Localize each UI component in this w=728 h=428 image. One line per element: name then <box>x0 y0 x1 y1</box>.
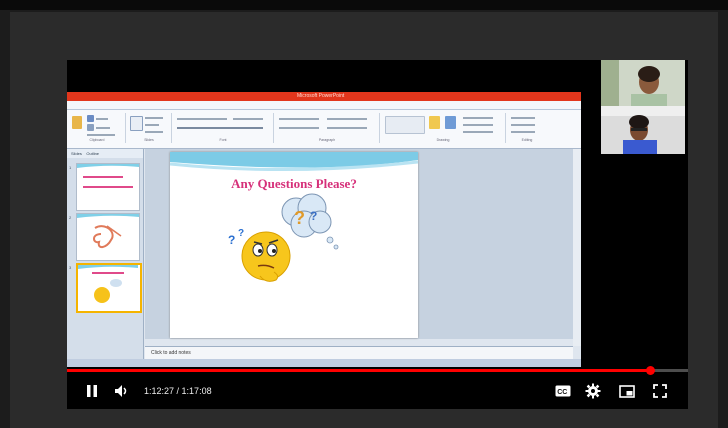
paste-icon[interactable] <box>72 116 82 129</box>
ribbon-group-label: Font <box>219 138 227 142</box>
ribbon-group-slides: Slides <box>127 113 172 143</box>
pause-icon <box>87 385 97 397</box>
progress-fill <box>67 369 651 372</box>
svg-text:?: ? <box>294 208 305 228</box>
slide-number: 2 <box>69 215 72 220</box>
quick-styles-icon[interactable] <box>445 116 456 129</box>
ppt-ribbon-tabs: File Home Insert Design Transitions Anim… <box>67 101 581 115</box>
ribbon-group-label: Paragraph <box>318 138 336 142</box>
slide-thumbnail-content <box>77 214 139 248</box>
current-slide: Any Questions Please? ? ? ? ? <box>170 152 418 338</box>
ppt-title-bar: Microsoft PowerPoint <box>67 92 581 101</box>
thought-cloud-icon: ? ? <box>281 193 339 250</box>
player-controls: 1:12:27 / 1:17:08 CC <box>67 374 688 408</box>
ppt-vertical-scrollbar[interactable] <box>573 149 581 346</box>
notes-placeholder: Click to add notes <box>151 350 191 356</box>
svg-text:?: ? <box>310 209 317 223</box>
current-time: 1:12:27 <box>144 386 175 396</box>
volume-icon <box>115 385 127 397</box>
ppt-ribbon: Clipboard Slides Font Paragraph Drawing … <box>67 110 581 149</box>
slide-thumbnail-content <box>77 164 139 188</box>
ribbon-group-editing: Editing <box>507 113 547 143</box>
shapes-gallery-icon[interactable] <box>385 116 425 134</box>
ppt-status-bar <box>67 359 581 367</box>
webcam-tile-2 <box>601 106 685 154</box>
captions-button[interactable]: CC <box>552 380 574 402</box>
duration: 1:17:08 <box>181 386 212 396</box>
slide-thumbnail-2[interactable] <box>76 213 140 261</box>
ribbon-group-label: Slides <box>144 138 154 142</box>
participant-avatar <box>601 60 685 106</box>
slides-panel-tabs: Slides Outline <box>67 149 143 158</box>
slide-thumbnail-3[interactable] <box>76 263 142 313</box>
mute-button[interactable] <box>111 380 133 402</box>
pause-button[interactable] <box>81 380 103 402</box>
panel-tab-outline[interactable]: Outline <box>86 151 99 156</box>
miniplayer-icon <box>619 384 635 398</box>
participant-avatar <box>601 106 685 154</box>
cut-icon[interactable] <box>87 115 94 122</box>
question-mark-icon: ? <box>238 228 244 239</box>
slide-thumbnail-content <box>78 265 138 303</box>
svg-text:CC: CC <box>557 389 567 396</box>
webcam-tile-1 <box>601 60 685 106</box>
ribbon-group-font: Font <box>173 113 274 143</box>
arrange-icon[interactable] <box>429 116 440 129</box>
question-mark-icon: ? <box>228 233 235 247</box>
fullscreen-button[interactable] <box>649 380 671 402</box>
settings-icon <box>585 383 601 399</box>
top-bar <box>0 0 728 10</box>
captions-icon: CC <box>555 385 571 397</box>
ppt-window-title: Microsoft PowerPoint <box>297 93 345 99</box>
copy-icon[interactable] <box>87 124 94 131</box>
notes-pane[interactable]: Click to add notes <box>145 346 573 359</box>
slide-number: 3 <box>69 265 72 270</box>
fullscreen-icon <box>653 384 667 398</box>
panel-tab-slides[interactable]: Slides <box>71 151 82 156</box>
ribbon-group-paragraph: Paragraph <box>275 113 380 143</box>
ribbon-group-drawing: Drawing <box>381 113 506 143</box>
thinking-face-icon <box>241 231 291 282</box>
slides-panel: Slides Outline 1 2 3 <box>67 149 144 359</box>
slide-number: 1 <box>69 165 72 170</box>
time-separator: / <box>174 386 182 396</box>
new-slide-icon[interactable] <box>130 116 143 131</box>
ribbon-group-clipboard: Clipboard <box>69 113 126 143</box>
progress-bar[interactable] <box>67 366 688 375</box>
time-display: 1:12:27 / 1:17:08 <box>144 386 212 396</box>
thinking-emoji-illustration: ? ? ? ? <box>228 193 339 282</box>
ribbon-group-label: Clipboard <box>89 138 105 142</box>
slide-thumbnail-1[interactable] <box>76 163 140 211</box>
miniplayer-button[interactable] <box>616 380 638 402</box>
settings-button[interactable] <box>582 380 604 402</box>
ribbon-group-label: Editing <box>521 138 533 142</box>
ribbon-group-label: Drawing <box>436 138 450 142</box>
